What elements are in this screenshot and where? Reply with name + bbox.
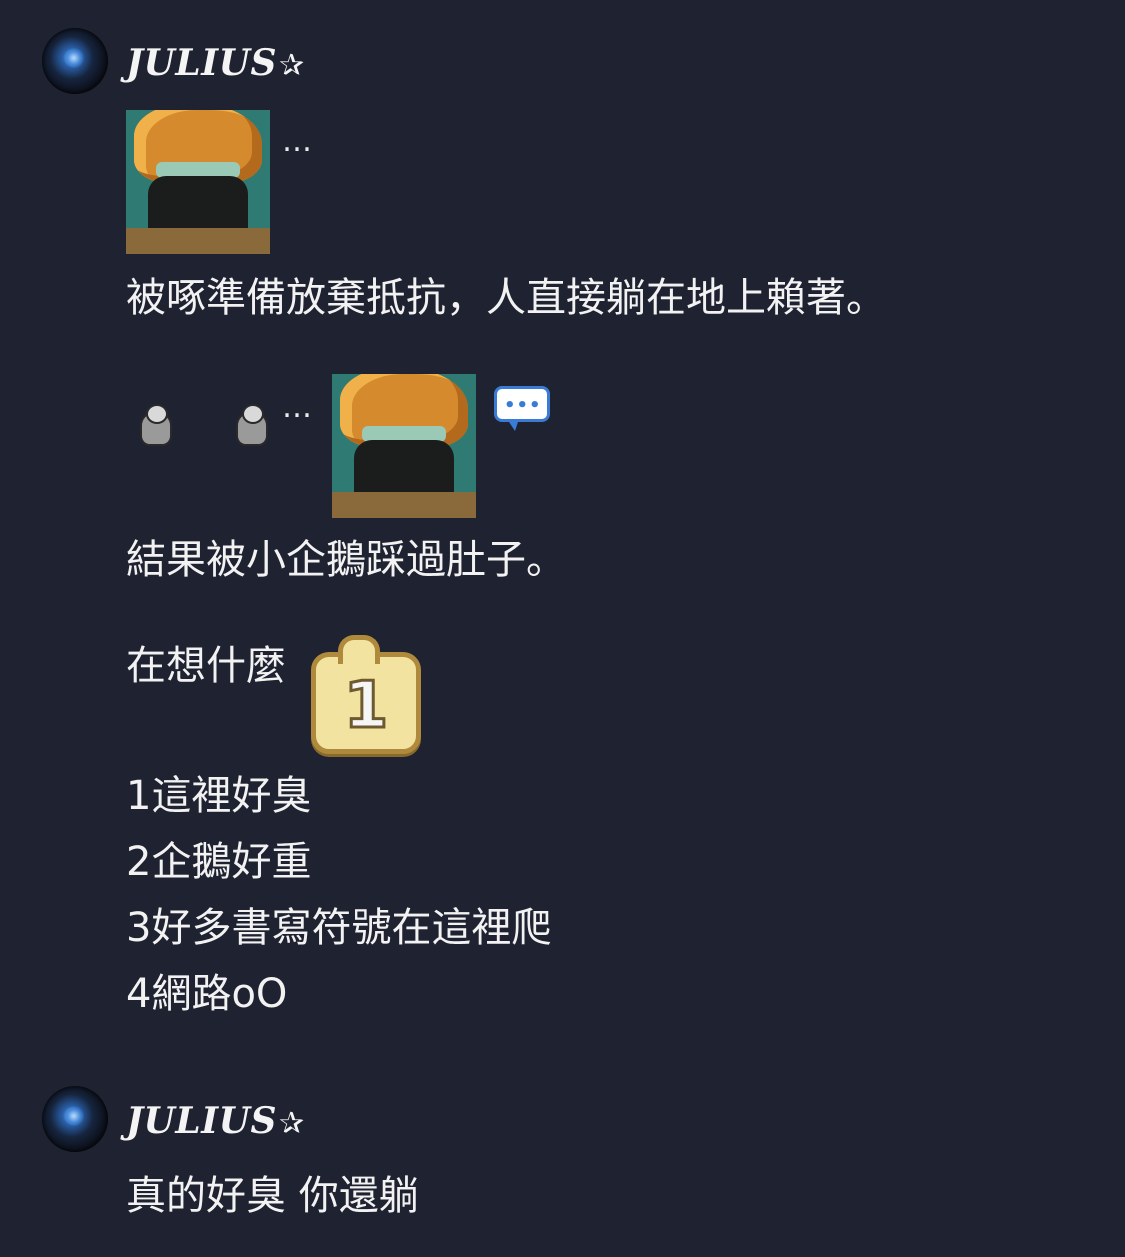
- user-avatar[interactable]: [42, 28, 108, 94]
- number-badge-icon: 1: [311, 635, 421, 754]
- question-text: 在想什麼: [126, 643, 286, 689]
- username[interactable]: JULIUS✰: [126, 1100, 305, 1142]
- ellipsis-text: …: [282, 390, 314, 425]
- ellipsis-text: …: [282, 124, 314, 159]
- chat-bubble-icon: •••: [494, 386, 550, 431]
- username[interactable]: JULIUS✰: [126, 42, 305, 84]
- option-item: 1這裡好臭: [126, 773, 312, 819]
- username-text: JULIUS: [126, 1100, 277, 1142]
- option-item: 2企鵝好重: [126, 839, 312, 885]
- pentagram-icon: ✰: [278, 48, 305, 83]
- badge-number: 1: [342, 668, 390, 745]
- chat-bubble-dots: •••: [504, 395, 542, 416]
- message-text: 被啄準備放棄抵抗，人直接躺在地上賴著。: [126, 275, 886, 321]
- username-text: JULIUS: [126, 42, 277, 84]
- user-avatar[interactable]: [42, 1086, 108, 1152]
- penguin-icon: [232, 404, 268, 446]
- message-text: 真的好臭 你還躺: [126, 1173, 419, 1219]
- message-text: 結果被小企鵝踩過肚子。: [126, 537, 566, 583]
- penguin-icon: [136, 404, 172, 446]
- character-sticker[interactable]: [332, 374, 476, 518]
- option-item: 3好多書寫符號在這裡爬: [126, 905, 552, 951]
- pentagram-icon: ✰: [278, 1106, 305, 1141]
- character-sticker[interactable]: [126, 110, 270, 254]
- option-item: 4網路oO: [126, 971, 288, 1017]
